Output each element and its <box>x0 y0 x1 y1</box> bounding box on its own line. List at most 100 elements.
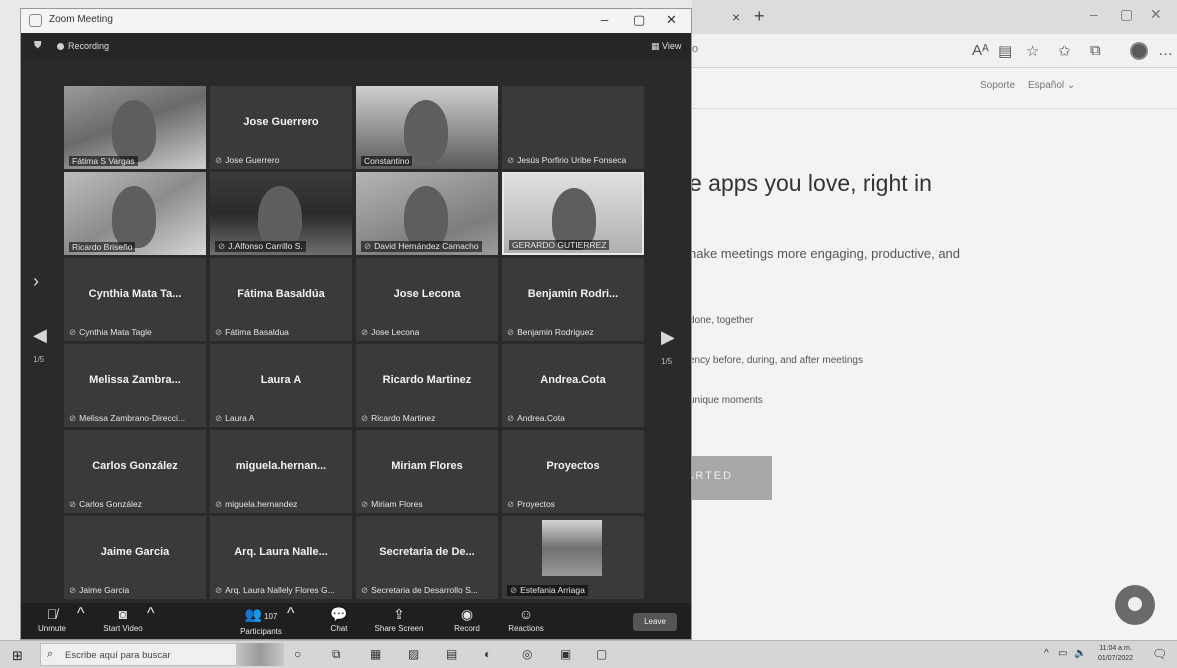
maximize-icon[interactable]: ▢ <box>633 12 645 28</box>
participant-tile[interactable]: Melissa Zambra... ⊘ Melissa Zambrano-Direc… <box>64 344 206 427</box>
task-view-icon[interactable]: ⧉ <box>332 647 341 662</box>
app-icon[interactable]: ▤ <box>446 647 457 661</box>
participant-tile[interactable]: Fátima S Vargas <box>64 86 206 169</box>
participant-tile[interactable]: ⊘ Estefania Arriaga <box>502 516 644 599</box>
search-placeholder: Escribe aquí para buscar <box>65 650 171 661</box>
participant-tile[interactable]: Jaime Garcia ⊘ Jaime Garcia <box>64 516 206 599</box>
zoom-meeting-window: Zoom Meeting – ▢ ✕ ⛊ Recording ▦ View › … <box>20 8 692 640</box>
participant-tile[interactable]: Benjamin Rodri... ⊘ Benjamin Rodriguez <box>502 258 644 341</box>
share-screen-button[interactable]: ⇪ Share Screen <box>371 605 427 635</box>
profile-icon[interactable] <box>1130 42 1148 60</box>
audio-options-chevron-icon[interactable]: ^ <box>77 605 85 623</box>
record-label: Record <box>454 624 480 633</box>
participant-tile[interactable]: Laura A ⊘ Laura A <box>210 344 352 427</box>
participants-group: 👥 107 <box>231 605 291 626</box>
collections-icon[interactable]: ⧉ <box>1090 42 1101 59</box>
minimize-icon[interactable]: – <box>1090 6 1098 22</box>
record-icon: ◉ <box>460 606 474 622</box>
tab-close-icon[interactable]: × <box>732 9 740 25</box>
read-aloud-icon[interactable]: Aᴬ <box>972 42 989 59</box>
network-icon[interactable]: ▭ <box>1058 648 1067 659</box>
participant-tile[interactable]: Miriam Flores ⊘ Miriam Flores <box>356 430 498 513</box>
more-icon[interactable]: … <box>1158 42 1173 59</box>
close-icon[interactable]: ✕ <box>666 12 677 28</box>
browser-address-bar[interactable]: o Aᴬ ▤ ☆ ✩ ⧉ … <box>692 34 1177 68</box>
participant-tile[interactable]: Ricardo Martinez ⊘ Ricardo Martinez <box>356 344 498 427</box>
participant-name: Fátima S Vargas <box>72 156 135 166</box>
volume-icon[interactable]: 🔈 <box>1074 648 1086 659</box>
participant-tile[interactable]: Proyectos ⊘ Proyectos <box>502 430 644 513</box>
participant-tile[interactable]: Secretaria de De... ⊘ Secretaria de Desarr… <box>356 516 498 599</box>
participant-tile[interactable]: Andrea.Cota ⊘ Andrea.Cota <box>502 344 644 427</box>
participant-tile[interactable]: ⊘ David Hernández Camacho <box>356 172 498 255</box>
cortana-icon[interactable]: ○ <box>294 647 301 661</box>
participant-name: Ricardo Briseño <box>72 242 133 252</box>
tray-chevron-icon[interactable]: ^ <box>1044 648 1049 659</box>
participants-button[interactable]: 👥 107 Participants <box>231 605 291 638</box>
chat-button[interactable]: 💬 Chat <box>319 605 359 635</box>
participant-video-grid: Fátima S Vargas Jose Guerrero ⊘ Jose Guerre… <box>64 86 648 600</box>
browser-window: × + – ▢ ✕ o Aᴬ ▤ ☆ ✩ ⧉ … Soporte Español… <box>682 0 1177 640</box>
muted-mic-icon: ⊘ <box>510 585 518 595</box>
feature-bullet: done, together <box>689 315 754 326</box>
word-icon[interactable]: ▣ <box>560 647 571 661</box>
close-icon[interactable]: ✕ <box>1150 6 1162 23</box>
view-button[interactable]: ▦ View <box>651 41 681 52</box>
file-explorer-icon[interactable]: ▦ <box>370 647 381 661</box>
language-select[interactable]: Español ⌄ <box>1028 80 1075 91</box>
support-link[interactable]: Soporte <box>980 80 1015 91</box>
leave-button[interactable]: Leave <box>633 613 677 631</box>
favorites-icon[interactable]: ✩ <box>1058 42 1071 60</box>
participant-name-label: ⊘ Arq. Laura Nallely Flores G... <box>215 585 335 596</box>
next-page-arrow-icon[interactable]: ▶ <box>661 327 675 348</box>
participant-tile[interactable]: Jose Guerrero ⊘ Jose Guerrero <box>210 86 352 169</box>
participant-display-name: Carlos González <box>92 460 178 472</box>
participant-tile[interactable]: ⊘ J.Alfonso Carrillo S. <box>210 172 352 255</box>
participants-options-chevron-icon[interactable]: ^ <box>287 605 295 623</box>
muted-mic-icon: ⊘ <box>69 585 77 595</box>
taskbar-clock[interactable]: 11:04 a.m. 01/07/2022 <box>1098 644 1133 664</box>
favorite-icon[interactable]: ☆ <box>1026 42 1039 60</box>
windows-start-icon[interactable]: ⊞ <box>12 648 23 664</box>
participant-tile[interactable]: Carlos González ⊘ Carlos González <box>64 430 206 513</box>
participant-tile[interactable]: Arq. Laura Nalle... ⊘ Arq. Laura Nallely F… <box>210 516 352 599</box>
zoom-taskbar-icon[interactable]: ▢ <box>596 647 607 661</box>
maximize-icon[interactable]: ▢ <box>1120 6 1133 23</box>
video-options-chevron-icon[interactable]: ^ <box>147 605 155 623</box>
shield-icon[interactable]: ⛊ <box>34 40 42 51</box>
participant-name-label: ⊘ Benjamin Rodriguez <box>507 327 594 338</box>
collapse-arrow-icon[interactable]: › <box>33 271 39 292</box>
participant-video-feed <box>112 186 156 248</box>
chrome-icon[interactable]: ◎ <box>522 647 532 661</box>
participant-tile[interactable]: Cynthia Mata Ta... ⊘ Cynthia Mata Tagle <box>64 258 206 341</box>
reading-view-icon[interactable]: ▤ <box>998 42 1012 60</box>
muted-mic-icon: ⊘ <box>215 499 223 509</box>
participant-tile[interactable]: ⊘ Jesús Porfirio Uribe Fonseca <box>502 86 644 169</box>
record-button[interactable]: ◉ Record <box>447 605 487 635</box>
get-started-button[interactable]: ARTED <box>682 456 772 500</box>
minimize-icon[interactable]: – <box>601 12 608 27</box>
unmute-button[interactable]: 🎙̸ Unmute <box>29 605 75 635</box>
zoom-title-bar: Zoom Meeting – ▢ ✕ <box>21 9 691 33</box>
participant-display-name: Andrea.Cota <box>540 374 606 386</box>
taskbar-search-box[interactable]: ⌕ Escribe aquí para buscar <box>40 643 240 666</box>
participant-tile[interactable]: miguela.hernan... ⊘ miguela.hernandez <box>210 430 352 513</box>
participant-tile[interactable]: Jose Lecona ⊘ Jose Lecona <box>356 258 498 341</box>
view-label: View <box>662 41 682 51</box>
reactions-button[interactable]: ☺ Reactions <box>503 605 549 635</box>
chat-support-button[interactable] <box>1115 585 1155 625</box>
new-tab-button[interactable]: + <box>754 6 765 27</box>
participants-count: 107 <box>264 612 278 621</box>
participant-name-label: GERARDO GUTIERREZ <box>509 240 610 250</box>
participant-tile[interactable]: Constantino <box>356 86 498 169</box>
store-icon[interactable]: ▨ <box>408 647 419 661</box>
notification-center-icon[interactable]: 🗨 <box>1152 647 1167 661</box>
recording-dot-icon <box>57 43 64 50</box>
previous-page-arrow-icon[interactable]: ◀ <box>33 325 47 346</box>
participant-tile[interactable]: Fátima Basaldúa ⊘ Fátima Basaldua <box>210 258 352 341</box>
edge-icon[interactable]: ◐ <box>484 647 491 661</box>
reactions-label: Reactions <box>508 624 544 633</box>
participant-name: Jose Guerrero <box>225 155 280 165</box>
participant-tile[interactable]: Ricardo Briseño <box>64 172 206 255</box>
participant-tile[interactable]: GERARDO GUTIERREZ <box>502 172 644 255</box>
